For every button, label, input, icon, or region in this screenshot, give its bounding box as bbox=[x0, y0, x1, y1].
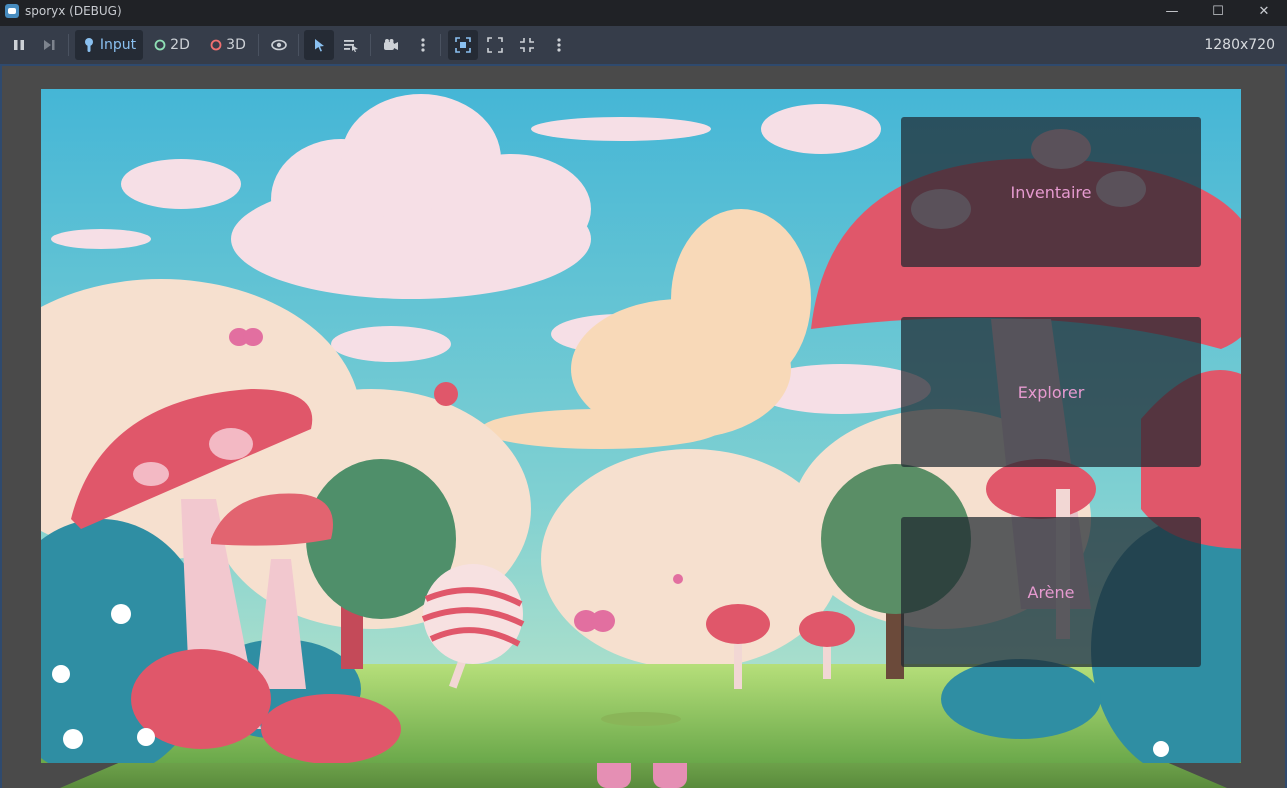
mode-2d-button[interactable]: 2D bbox=[148, 30, 196, 60]
character-leg bbox=[653, 763, 687, 788]
list-select-icon bbox=[344, 40, 358, 52]
inventory-button[interactable]: Inventaire bbox=[901, 117, 1201, 267]
kebab-menu-icon bbox=[421, 38, 425, 52]
camera-icon bbox=[384, 39, 398, 50]
visibility-button[interactable] bbox=[264, 30, 294, 60]
camera-override-button[interactable] bbox=[376, 30, 406, 60]
window-titlebar: sporyx (DEBUG) — ☐ ✕ bbox=[0, 0, 1287, 22]
resolution-label: 1280x720 bbox=[1204, 37, 1275, 53]
touch-icon bbox=[84, 38, 93, 52]
node-2d-icon bbox=[154, 39, 166, 51]
toolbar-divider bbox=[370, 34, 371, 56]
embed-fit-button[interactable] bbox=[448, 30, 478, 60]
expand-icon bbox=[487, 37, 503, 53]
mode-input-button[interactable]: Input bbox=[75, 30, 143, 60]
step-forward-icon bbox=[44, 40, 55, 50]
window-controls: — ☐ ✕ bbox=[1149, 0, 1287, 22]
fit-frame-icon bbox=[455, 37, 471, 53]
list-select-button[interactable] bbox=[336, 30, 366, 60]
toolbar-divider bbox=[440, 34, 441, 56]
next-frame-button[interactable] bbox=[34, 30, 64, 60]
embed-options-menu-button[interactable] bbox=[544, 30, 574, 60]
explore-button[interactable]: Explorer bbox=[901, 317, 1201, 467]
maximize-button[interactable]: ☐ bbox=[1195, 0, 1241, 22]
kebab-menu-icon bbox=[557, 38, 561, 52]
camera-options-menu-button[interactable] bbox=[408, 30, 438, 60]
arena-button[interactable]: Arène bbox=[901, 517, 1201, 667]
fullscreen-icon bbox=[520, 38, 534, 52]
fullscreen-button[interactable] bbox=[512, 30, 542, 60]
toolbar-divider bbox=[258, 34, 259, 56]
godot-app-icon bbox=[5, 4, 19, 18]
expand-button[interactable] bbox=[480, 30, 510, 60]
character-leg bbox=[597, 763, 631, 788]
pause-icon bbox=[14, 40, 24, 50]
mode-3d-button[interactable]: 3D bbox=[204, 30, 252, 60]
mode-3d-label: 3D bbox=[226, 37, 246, 53]
minimize-button[interactable]: — bbox=[1149, 0, 1195, 22]
toolbar-divider bbox=[68, 34, 69, 56]
node-3d-icon bbox=[210, 39, 222, 51]
mode-input-label: Input bbox=[99, 37, 137, 53]
close-button[interactable]: ✕ bbox=[1241, 0, 1287, 22]
arena-button-label: Arène bbox=[1027, 582, 1075, 602]
mode-2d-label: 2D bbox=[170, 37, 190, 53]
inventory-button-label: Inventaire bbox=[1010, 182, 1092, 202]
debug-toolbar: Input 2D 3D 1280x720 bbox=[0, 26, 1287, 64]
pause-button[interactable] bbox=[4, 30, 34, 60]
select-tool-button[interactable] bbox=[304, 30, 334, 60]
window-title: sporyx (DEBUG) bbox=[25, 4, 122, 18]
arrow-cursor-icon bbox=[315, 39, 324, 52]
explore-button-label: Explorer bbox=[1017, 382, 1085, 402]
ground-beneath-viewport bbox=[60, 763, 1227, 788]
eye-icon bbox=[271, 39, 287, 51]
toolbar-divider bbox=[298, 34, 299, 56]
